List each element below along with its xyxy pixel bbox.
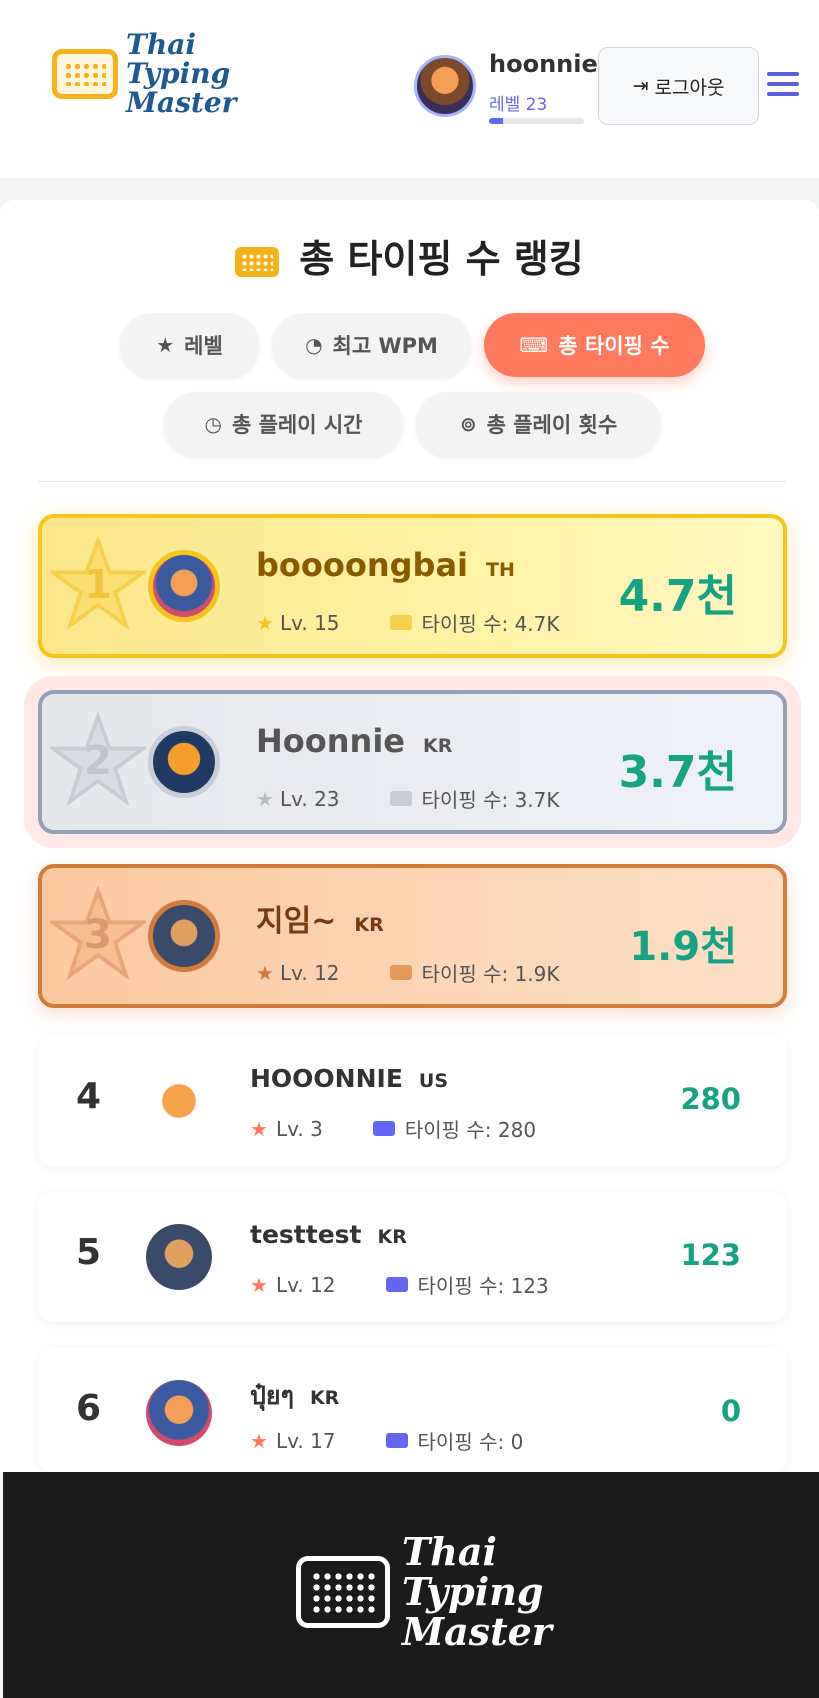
page-title: 총 타이핑 수 랭킹 <box>0 228 819 283</box>
star-icon: ★ <box>250 1116 268 1141</box>
player-meta: ★ Lv. 23 타이핑 수: 3.7K <box>256 786 560 813</box>
star-icon: ★ <box>256 960 274 985</box>
tab-total-plays[interactable]: ⊚ 총 플레이 횟수 <box>416 392 661 456</box>
player-meta: ★ Lv. 15 타이핑 수: 4.7K <box>256 610 560 637</box>
player-name: HOOONNIE US <box>250 1064 449 1093</box>
keyboard-icon <box>235 246 280 277</box>
logo-text: Thai Typing Master <box>126 28 237 119</box>
player-name: ปุ๋ยๆ KR <box>250 1381 340 1410</box>
rank-number: 5 <box>76 1232 102 1273</box>
ranking-row-6[interactable]: 6 ปุ๋ยๆ KR ★ Lv. 17 타이핑 수: 0 0 <box>38 1348 787 1472</box>
star-icon: ★ <box>250 1428 268 1453</box>
logout-button[interactable]: ⇥ 로그아웃 <box>598 47 759 125</box>
country-code: KR <box>422 735 453 757</box>
clock-icon: ◷ <box>204 412 222 436</box>
rank-number: 2 <box>84 738 112 784</box>
avatar[interactable] <box>414 55 476 117</box>
ranking-row-3[interactable]: 3 지임~ KR ★ Lv. 12 타이핑 수: 1.9K 1.9천 <box>38 864 787 1008</box>
country-code: KR <box>309 1387 340 1409</box>
player-meta: ★ Lv. 12 타이핑 수: 123 <box>250 1272 549 1299</box>
score: 1.9천 <box>629 924 737 970</box>
player-name: Hoonnie KR <box>256 722 453 760</box>
tab-total-playtime[interactable]: ◷ 총 플레이 시간 <box>164 392 403 456</box>
avatar <box>148 900 220 972</box>
gamepad-icon: ⊚ <box>459 412 477 436</box>
avatar <box>146 1068 212 1134</box>
divider <box>38 481 786 482</box>
star-icon: ★ <box>250 1272 268 1297</box>
user-name: hoonnie <box>489 50 598 78</box>
star-icon: ★ <box>256 610 274 635</box>
country-code: KR <box>377 1226 407 1248</box>
score: 3.7천 <box>618 747 737 798</box>
player-meta: ★ Lv. 3 타이핑 수: 280 <box>250 1116 537 1143</box>
country-code: US <box>418 1070 449 1092</box>
tab-total-typing[interactable]: ⌨ 총 타이핑 수 <box>484 313 705 377</box>
ranking-row-1[interactable]: 1 boooongbai TH ★ Lv. 15 타이핑 수: 4.7K 4.7천 <box>38 514 787 658</box>
footer-logo[interactable]: Thai Typing Master <box>296 1532 552 1652</box>
country-code: TH <box>486 559 515 581</box>
tab-level[interactable]: ★ 레벨 <box>120 313 259 377</box>
ranking-row-2[interactable]: 2 Hoonnie KR ★ Lv. 23 타이핑 수: 3.7K 3.7천 <box>38 690 787 834</box>
keyboard-icon: ⌨ <box>519 333 549 357</box>
player-name: 지임~ KR <box>256 904 384 939</box>
keyboard-logo-icon <box>296 1556 390 1628</box>
hamburger-menu-icon[interactable] <box>767 72 799 100</box>
keyboard-icon <box>385 1433 408 1448</box>
avatar <box>146 1224 212 1290</box>
keyboard-logo-icon <box>52 48 118 99</box>
rank-number: 6 <box>76 1388 102 1429</box>
xp-progress-bar <box>489 118 584 124</box>
ranking-row-5[interactable]: 5 testtest KR ★ Lv. 12 타이핑 수: 123 123 <box>38 1192 787 1322</box>
app-header: Thai Typing Master hoonnie 레벨 23 ⇥ 로그아웃 <box>0 0 819 178</box>
logo[interactable]: Thai Typing Master <box>52 30 236 117</box>
logout-icon: ⇥ <box>632 75 649 97</box>
player-meta: ★ Lv. 12 타이핑 수: 1.9K <box>256 960 560 987</box>
rank-number: 1 <box>84 562 112 608</box>
rank-number: 4 <box>76 1076 102 1117</box>
footer: Thai Typing Master <box>3 1472 819 1698</box>
keyboard-icon <box>389 791 412 806</box>
score: 123 <box>680 1238 741 1272</box>
score: 280 <box>680 1082 741 1116</box>
user-level: 레벨 23 <box>489 95 548 115</box>
player-name: boooongbai TH <box>256 546 515 584</box>
score: 4.7천 <box>618 571 737 622</box>
avatar <box>146 1380 212 1446</box>
gauge-icon: ◔ <box>305 333 323 357</box>
keyboard-icon <box>385 1277 408 1292</box>
avatar <box>148 726 220 798</box>
xp-progress-fill <box>489 118 504 124</box>
star-icon: ★ <box>156 333 175 357</box>
avatar <box>148 550 220 622</box>
keyboard-icon <box>372 1121 395 1136</box>
country-code: KR <box>354 914 384 936</box>
footer-logo-text: Thai Typing Master <box>402 1529 552 1654</box>
keyboard-icon <box>389 965 412 980</box>
ranking-row-4[interactable]: 4 HOOONNIE US ★ Lv. 3 타이핑 수: 280 280 <box>38 1036 787 1166</box>
tab-best-wpm[interactable]: ◔ 최고 WPM <box>272 313 471 377</box>
player-name: testtest KR <box>250 1220 407 1249</box>
player-meta: ★ Lv. 17 타이핑 수: 0 <box>250 1428 524 1455</box>
rank-number: 3 <box>84 912 112 958</box>
score: 0 <box>720 1394 741 1428</box>
star-icon: ★ <box>256 786 274 811</box>
keyboard-icon <box>389 615 412 630</box>
